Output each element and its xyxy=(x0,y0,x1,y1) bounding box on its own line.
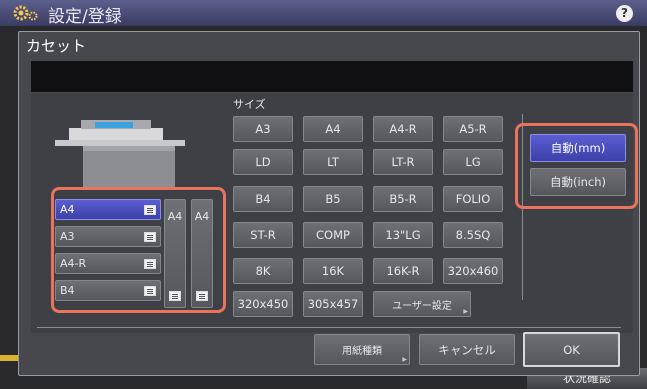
cassette-2-label: A3 xyxy=(60,230,75,243)
size-16kr-button[interactable]: 16K-R xyxy=(373,258,433,284)
size-a4r-button[interactable]: A4-R xyxy=(373,116,433,142)
settings-header: 設定/登録 ? xyxy=(0,0,647,27)
bypass-tray-2-label: A4 xyxy=(194,210,210,223)
tray-icon xyxy=(144,205,156,215)
tray-icon xyxy=(144,259,156,269)
bypass-tray-2[interactable]: A4 xyxy=(191,199,213,308)
cancel-button[interactable]: キャンセル xyxy=(419,334,515,365)
auto-mm-button[interactable]: 自動(mm) xyxy=(530,134,626,162)
paper-type-label: 用紙種類 xyxy=(342,346,382,357)
size-a5r-button[interactable]: A5-R xyxy=(443,116,503,142)
submenu-arrow-icon: ▶ xyxy=(463,308,468,315)
size-str-button[interactable]: ST-R xyxy=(233,222,293,248)
user-setting-button[interactable]: ユーザー設定 ▶ xyxy=(373,291,471,317)
footer-divider xyxy=(37,327,621,328)
tray-icon xyxy=(196,291,208,301)
dialog-title: カセット xyxy=(26,37,87,55)
size-320x460-button[interactable]: 320x460 xyxy=(443,258,503,284)
auto-inch-button[interactable]: 自動(inch) xyxy=(530,168,626,196)
ok-button[interactable]: OK xyxy=(523,332,620,367)
size-folio-button[interactable]: FOLIO xyxy=(443,186,503,212)
bypass-tray-1-label: A4 xyxy=(167,210,183,223)
settings-gear-icon xyxy=(13,5,38,21)
size-lt-button[interactable]: LT xyxy=(303,149,363,175)
cassette-3-label: A4-R xyxy=(60,257,87,270)
screen: 設定/登録 ? 状況確認 カセット サイズ A3 A4 A4-R A5-R LD… xyxy=(0,0,647,389)
size-ltr-button[interactable]: LT-R xyxy=(373,149,433,175)
paper-type-button[interactable]: 用紙種類 ▶ xyxy=(314,334,410,365)
header-title: 設定/登録 xyxy=(48,7,122,27)
tray-icon xyxy=(169,291,181,301)
size-85sq-button[interactable]: 8.5SQ xyxy=(443,222,503,248)
cassette-2[interactable]: A3 xyxy=(55,226,161,247)
size-b4-button[interactable]: B4 xyxy=(233,186,293,212)
size-305x457-button[interactable]: 305x457 xyxy=(303,291,363,317)
bypass-tray-1[interactable]: A4 xyxy=(164,199,186,308)
size-label: サイズ xyxy=(233,98,266,111)
submenu-arrow-icon: ▶ xyxy=(402,356,407,363)
size-ld-button[interactable]: LD xyxy=(233,149,293,175)
help-button[interactable]: ? xyxy=(616,5,633,22)
user-setting-label: ユーザー設定 xyxy=(392,300,452,312)
tray-icon xyxy=(144,232,156,242)
size-lg-button[interactable]: LG xyxy=(443,149,503,175)
cassette-dialog: カセット サイズ A3 A4 A4-R A5-R LD LT LT-R LG B… xyxy=(18,31,640,376)
size-b5-button[interactable]: B5 xyxy=(303,186,363,212)
size-comp-button[interactable]: COMP xyxy=(303,222,363,248)
size-a3-button[interactable]: A3 xyxy=(233,116,293,142)
printer-illustration xyxy=(55,120,185,190)
size-320x450-button[interactable]: 320x450 xyxy=(233,291,293,317)
size-8k-button[interactable]: 8K xyxy=(233,258,293,284)
cassette-3[interactable]: A4-R xyxy=(55,253,161,274)
size-13lg-button[interactable]: 13"LG xyxy=(373,222,433,248)
size-16k-button[interactable]: 16K xyxy=(303,258,363,284)
cassette-1[interactable]: A4 xyxy=(55,199,161,220)
tray-icon xyxy=(144,286,156,296)
size-a4-button[interactable]: A4 xyxy=(303,116,363,142)
cassette-1-label: A4 xyxy=(60,203,75,216)
message-bar xyxy=(31,61,633,92)
size-b5r-button[interactable]: B5-R xyxy=(373,186,433,212)
cassette-4[interactable]: B4 xyxy=(55,280,161,301)
cassette-4-label: B4 xyxy=(60,284,75,297)
